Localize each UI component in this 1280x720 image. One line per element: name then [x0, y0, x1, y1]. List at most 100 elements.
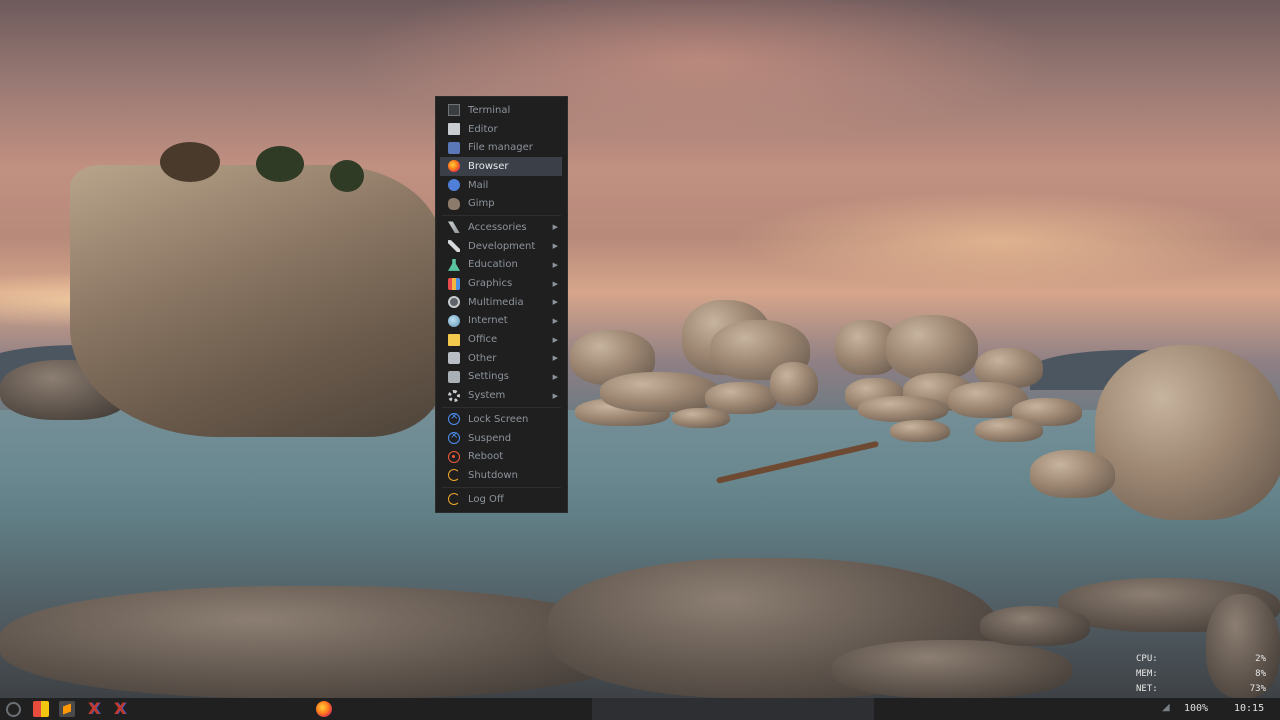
wallpaper-rock: [672, 408, 730, 428]
submenu-arrow-icon: ▶: [552, 223, 558, 232]
battery-level[interactable]: 100%: [1184, 698, 1208, 720]
cpu-label: CPU:: [1136, 654, 1158, 664]
settings-icon: [448, 370, 460, 383]
net-value: 73%: [1249, 684, 1266, 694]
menu-item-label: Gimp: [468, 198, 495, 210]
submenu-arrow-icon: ▶: [552, 372, 558, 381]
submenu-arrow-icon: ▶: [552, 354, 558, 363]
x-app-icon[interactable]: X: [112, 701, 128, 717]
submenu-arrow-icon: ▶: [552, 335, 558, 344]
wallpaper-rock: [975, 418, 1043, 442]
submenu-arrow-icon: ▶: [552, 316, 558, 325]
menu-apps-group: Terminal Editor File manager Browser Mai…: [436, 101, 567, 213]
editor-icon: [448, 123, 460, 136]
graphics-icon: [448, 277, 460, 290]
menu-item-shutdown[interactable]: Shutdown: [440, 466, 562, 485]
wallpaper-rock: [886, 315, 978, 380]
menu-item-suspend[interactable]: Suspend: [440, 429, 562, 448]
file-manager-icon: [448, 141, 460, 154]
menu-item-label: Development: [468, 240, 536, 252]
accessories-icon: [448, 221, 460, 234]
menu-item-log-off[interactable]: Log Off: [440, 490, 562, 509]
multimedia-icon: [448, 296, 460, 309]
submenu-arrow-icon: ▶: [552, 391, 558, 400]
other-icon: [448, 352, 460, 365]
menu-item-label: File manager: [468, 142, 533, 154]
clock[interactable]: 10:15: [1234, 698, 1264, 720]
menu-item-label: Browser: [468, 160, 509, 172]
menu-item-mail[interactable]: Mail: [440, 176, 562, 195]
wifi-icon[interactable]: ◢: [1162, 703, 1176, 713]
menu-item-development[interactable]: Development ▶: [440, 237, 562, 256]
menu-item-terminal[interactable]: Terminal: [440, 101, 562, 120]
menu-item-label: Lock Screen: [468, 413, 529, 425]
menu-item-label: Reboot: [468, 451, 504, 463]
suspend-icon: [448, 430, 460, 445]
menu-item-label: Settings: [468, 371, 510, 383]
menu-item-browser[interactable]: Browser: [440, 157, 562, 176]
menu-categories-group: Accessories ▶ Development ▶ Education ▶ …: [436, 218, 567, 405]
sublime-text-icon[interactable]: [59, 701, 75, 717]
development-icon: [448, 240, 460, 253]
desktop-wallpaper: [0, 0, 1280, 698]
application-menu: Terminal Editor File manager Browser Mai…: [435, 96, 568, 513]
menu-item-label: System: [468, 390, 506, 402]
menu-item-label: Education: [468, 259, 518, 271]
menu-item-label: Office: [468, 334, 498, 346]
net-label: NET:: [1136, 684, 1158, 694]
education-icon: [448, 258, 460, 271]
menu-item-label: Log Off: [468, 493, 504, 505]
wallpaper-rock: [770, 362, 818, 406]
wallpaper-tree: [160, 142, 220, 182]
menu-item-label: Mail: [468, 179, 489, 191]
palette-icon[interactable]: [33, 701, 49, 717]
menu-item-other[interactable]: Other ▶: [440, 349, 562, 368]
log-off-icon: [448, 493, 460, 506]
wallpaper-tree: [256, 146, 304, 182]
mem-label: MEM:: [1136, 669, 1158, 679]
cpu-usage-row: CPU: 2%: [1136, 652, 1266, 667]
menu-item-lock-screen[interactable]: Lock Screen: [440, 410, 562, 429]
menu-item-settings[interactable]: Settings ▶: [440, 368, 562, 387]
cpu-value: 2%: [1255, 654, 1266, 664]
menu-item-reboot[interactable]: Reboot: [440, 447, 562, 466]
menu-item-label: Shutdown: [468, 469, 518, 481]
menu-item-office[interactable]: Office ▶: [440, 330, 562, 349]
menu-item-education[interactable]: Education ▶: [440, 256, 562, 275]
menu-item-label: Suspend: [468, 432, 512, 444]
mem-value: 8%: [1255, 669, 1266, 679]
menu-item-graphics[interactable]: Graphics ▶: [440, 274, 562, 293]
app-menu-icon[interactable]: [6, 702, 21, 717]
lock-screen-icon: [448, 411, 460, 426]
mail-icon: [448, 179, 460, 192]
menu-item-internet[interactable]: Internet ▶: [440, 312, 562, 331]
menu-item-file-manager[interactable]: File manager: [440, 138, 562, 157]
x-app-icon[interactable]: X: [86, 701, 102, 717]
wallpaper-big-rock: [70, 165, 442, 437]
wallpaper-rock: [0, 586, 636, 698]
menu-item-label: Terminal: [468, 104, 511, 116]
menu-item-multimedia[interactable]: Multimedia ▶: [440, 293, 562, 312]
menu-separator: [442, 486, 561, 488]
menu-item-label: Internet: [468, 315, 508, 327]
wallpaper-rock: [1030, 450, 1115, 498]
wallpaper-rock: [1095, 345, 1280, 520]
firefox-icon[interactable]: [316, 701, 332, 717]
menu-item-gimp[interactable]: Gimp: [440, 194, 562, 213]
submenu-arrow-icon: ▶: [552, 279, 558, 288]
menu-item-accessories[interactable]: Accessories ▶: [440, 218, 562, 237]
submenu-arrow-icon: ▶: [552, 298, 558, 307]
shutdown-icon: [448, 469, 460, 482]
menu-item-label: Other: [468, 352, 497, 364]
menu-item-editor[interactable]: Editor: [440, 120, 562, 139]
mem-usage-row: MEM: 8%: [1136, 667, 1266, 682]
wallpaper-rock: [832, 640, 1072, 698]
menu-item-system[interactable]: System ▶: [440, 386, 562, 405]
wallpaper-tree: [330, 160, 364, 192]
taskbar-window-button[interactable]: [592, 698, 874, 720]
internet-icon: [448, 314, 460, 327]
menu-item-label: Multimedia: [468, 296, 524, 308]
system-icon: [448, 389, 460, 402]
menu-item-label: Accessories: [468, 221, 527, 233]
system-monitor: CPU: 2% MEM: 8% NET: 73%: [1136, 652, 1266, 697]
